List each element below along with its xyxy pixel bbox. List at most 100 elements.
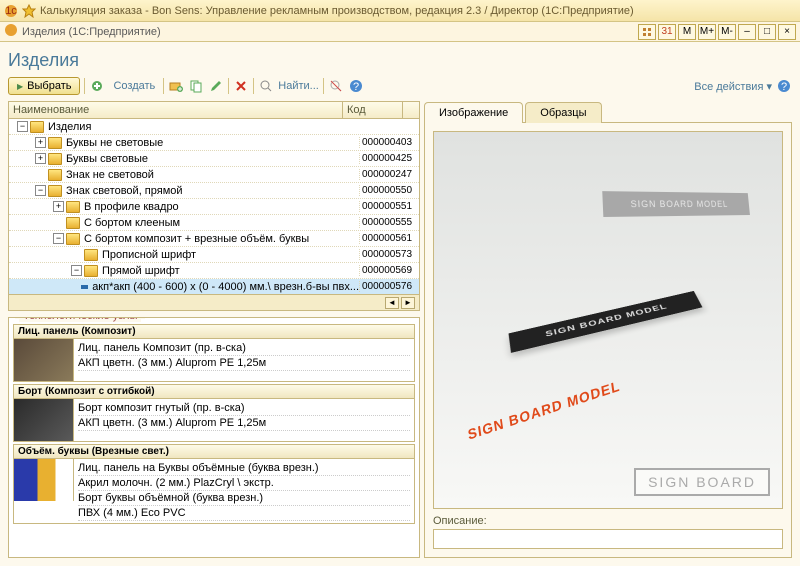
tech-group-header[interactable]: Объём. буквы (Врезные свет.) bbox=[13, 444, 415, 459]
tab-samples[interactable]: Образцы bbox=[525, 102, 601, 123]
tech-nodes-section: Технологические узлы Лиц. панель (Композ… bbox=[8, 317, 420, 558]
folder-icon bbox=[48, 153, 62, 165]
tree-label: Знак световой, прямой bbox=[66, 185, 183, 197]
maximize-button[interactable]: □ bbox=[758, 24, 776, 40]
select-button[interactable]: Выбрать bbox=[8, 77, 80, 95]
minimize-button[interactable]: – bbox=[738, 24, 756, 40]
tech-info: Лиц. панель на Буквы объёмные (буква вре… bbox=[74, 459, 414, 523]
tree-code: 000000576 bbox=[359, 281, 419, 292]
preview-red-sign: SIGN BOARD MODEL bbox=[467, 377, 621, 442]
all-actions-button[interactable]: Все действия ▾ bbox=[694, 80, 772, 93]
tree-row[interactable]: + Буквы не световые 000000403 bbox=[9, 135, 419, 151]
col-header-name[interactable]: Наименование bbox=[9, 102, 343, 118]
tree-row[interactable]: − Изделия bbox=[9, 119, 419, 135]
tech-group-header[interactable]: Борт (Композит с отгибкой) bbox=[13, 384, 415, 399]
tree-row[interactable]: С бортом клееным000000555 bbox=[9, 215, 419, 231]
svg-text:1c: 1c bbox=[5, 5, 17, 17]
tech-line: ПВХ (4 мм.) Eco PVC bbox=[78, 506, 410, 521]
clear-search-icon[interactable] bbox=[328, 78, 344, 94]
tree-row[interactable]: + В профиле квадро 000000551 bbox=[9, 199, 419, 215]
tree-body[interactable]: −Изделия+Буквы не световые000000403+Букв… bbox=[9, 119, 419, 294]
expand-icon[interactable]: + bbox=[53, 201, 64, 212]
app-icon: 1c bbox=[4, 4, 18, 18]
help-icon-2[interactable]: ? bbox=[776, 78, 792, 94]
edit-icon[interactable] bbox=[208, 78, 224, 94]
tree-row[interactable]: Прописной шрифт000000573 bbox=[9, 247, 419, 263]
tree-row[interactable]: − Знак световой, прямой 000000550 bbox=[9, 183, 419, 199]
tech-info: Борт композит гнутый (пр. в-ска)АКП цвет… bbox=[74, 399, 414, 441]
copy-icon[interactable] bbox=[188, 78, 204, 94]
separator bbox=[228, 78, 229, 94]
grid-header: Наименование Код bbox=[9, 102, 419, 119]
expand-icon[interactable]: + bbox=[35, 137, 46, 148]
tree-code: 000000551 bbox=[359, 201, 419, 212]
tree-row[interactable]: акп*акп (400 - 600) x (0 - 4000) мм.\ вр… bbox=[9, 279, 419, 294]
tech-line: АКП цветн. (3 мм.) Aluprom PE 1,25м bbox=[78, 356, 410, 371]
tree-label: В профиле квадро bbox=[84, 201, 179, 213]
tech-group-header[interactable]: Лиц. панель (Композит) bbox=[13, 324, 415, 339]
col-header-code[interactable]: Код bbox=[343, 102, 403, 118]
app-title: Калькуляция заказа - Bon Sens: Управлени… bbox=[40, 5, 634, 17]
delete-icon[interactable] bbox=[233, 78, 249, 94]
collapse-icon[interactable]: − bbox=[35, 185, 46, 196]
help-icon[interactable]: ? bbox=[348, 78, 364, 94]
tree-row[interactable]: Знак не световой000000247 bbox=[9, 167, 419, 183]
create-icon[interactable] bbox=[89, 78, 105, 94]
scroll-left-button[interactable]: ◄ bbox=[385, 297, 399, 309]
find-button[interactable]: Найти... bbox=[278, 80, 319, 92]
collapse-icon[interactable]: − bbox=[53, 233, 64, 244]
folder-icon bbox=[84, 265, 98, 277]
scroll-right-button[interactable]: ► bbox=[401, 297, 415, 309]
tech-line: Лиц. панель на Буквы объёмные (буква вре… bbox=[78, 461, 410, 476]
m-minus-button[interactable]: M- bbox=[718, 24, 736, 40]
tree-label: Изделия bbox=[48, 121, 91, 133]
tree-code: 000000555 bbox=[359, 217, 419, 228]
folder-icon bbox=[30, 121, 44, 133]
preview-image: SIGN BOARD MODEL SIGN BOARD MODEL SIGN B… bbox=[433, 131, 783, 509]
tech-group: Лиц. панель (Композит)Лиц. панель Композ… bbox=[13, 324, 415, 382]
tree-code: 000000550 bbox=[359, 185, 419, 196]
preview-grey-sign: SIGN BOARD MODEL bbox=[602, 191, 750, 217]
tree-row[interactable]: −Прямой шрифт000000569 bbox=[9, 263, 419, 279]
preview-box-sign: SIGN BOARD bbox=[634, 468, 770, 496]
tree-row[interactable]: +Буквы световые000000425 bbox=[9, 151, 419, 167]
folder-icon bbox=[66, 217, 80, 229]
close-button[interactable]: × bbox=[778, 24, 796, 40]
expand-icon[interactable]: + bbox=[35, 153, 46, 164]
tech-line: АКП цветн. (3 мм.) Aluprom PE 1,25м bbox=[78, 416, 410, 431]
m-button[interactable]: M bbox=[678, 24, 696, 40]
tab-image[interactable]: Изображение bbox=[424, 102, 523, 123]
tree-label: Буквы световые bbox=[66, 153, 148, 165]
tech-info: Лиц. панель Композит (пр. в-ска)АКП цвет… bbox=[74, 339, 414, 381]
tree-code: 000000403 bbox=[359, 137, 419, 148]
star-icon[interactable] bbox=[22, 4, 36, 18]
grid-icon[interactable] bbox=[638, 24, 656, 40]
svg-text:?: ? bbox=[781, 81, 787, 93]
folder-icon bbox=[48, 169, 62, 181]
preview-black-sign: SIGN BOARD MODEL bbox=[509, 291, 703, 353]
description-field[interactable] bbox=[433, 529, 783, 549]
collapse-icon[interactable]: − bbox=[71, 265, 82, 276]
new-folder-icon[interactable] bbox=[168, 78, 184, 94]
svg-text:?: ? bbox=[353, 81, 359, 93]
page-title: Изделия bbox=[8, 50, 792, 71]
separator bbox=[253, 78, 254, 94]
tree-row[interactable]: −С бортом композит + врезные объём. букв… bbox=[9, 231, 419, 247]
tree-label: Знак не световой bbox=[66, 169, 154, 181]
col-spacer bbox=[403, 102, 419, 118]
separator bbox=[163, 78, 164, 94]
tech-group: Борт (Композит с отгибкой)Борт композит … bbox=[13, 384, 415, 442]
tree-code: 000000561 bbox=[359, 233, 419, 244]
tech-line: Борт буквы объёмной (буква врезн.) bbox=[78, 491, 410, 506]
calendar-icon[interactable]: 31 bbox=[658, 24, 676, 40]
collapse-icon[interactable]: − bbox=[17, 121, 28, 132]
tree-label: Буквы не световые bbox=[66, 137, 163, 149]
window-titlebar: Изделия (1С:Предприятие) 31 M M+ M- – □ … bbox=[0, 22, 800, 42]
create-button[interactable]: Создать bbox=[109, 78, 159, 94]
search-icon[interactable] bbox=[258, 78, 274, 94]
item-icon bbox=[81, 285, 89, 289]
description-label: Описание: bbox=[433, 515, 783, 527]
folder-icon bbox=[48, 137, 62, 149]
m-plus-button[interactable]: M+ bbox=[698, 24, 716, 40]
select-button-label: Выбрать bbox=[27, 80, 71, 92]
